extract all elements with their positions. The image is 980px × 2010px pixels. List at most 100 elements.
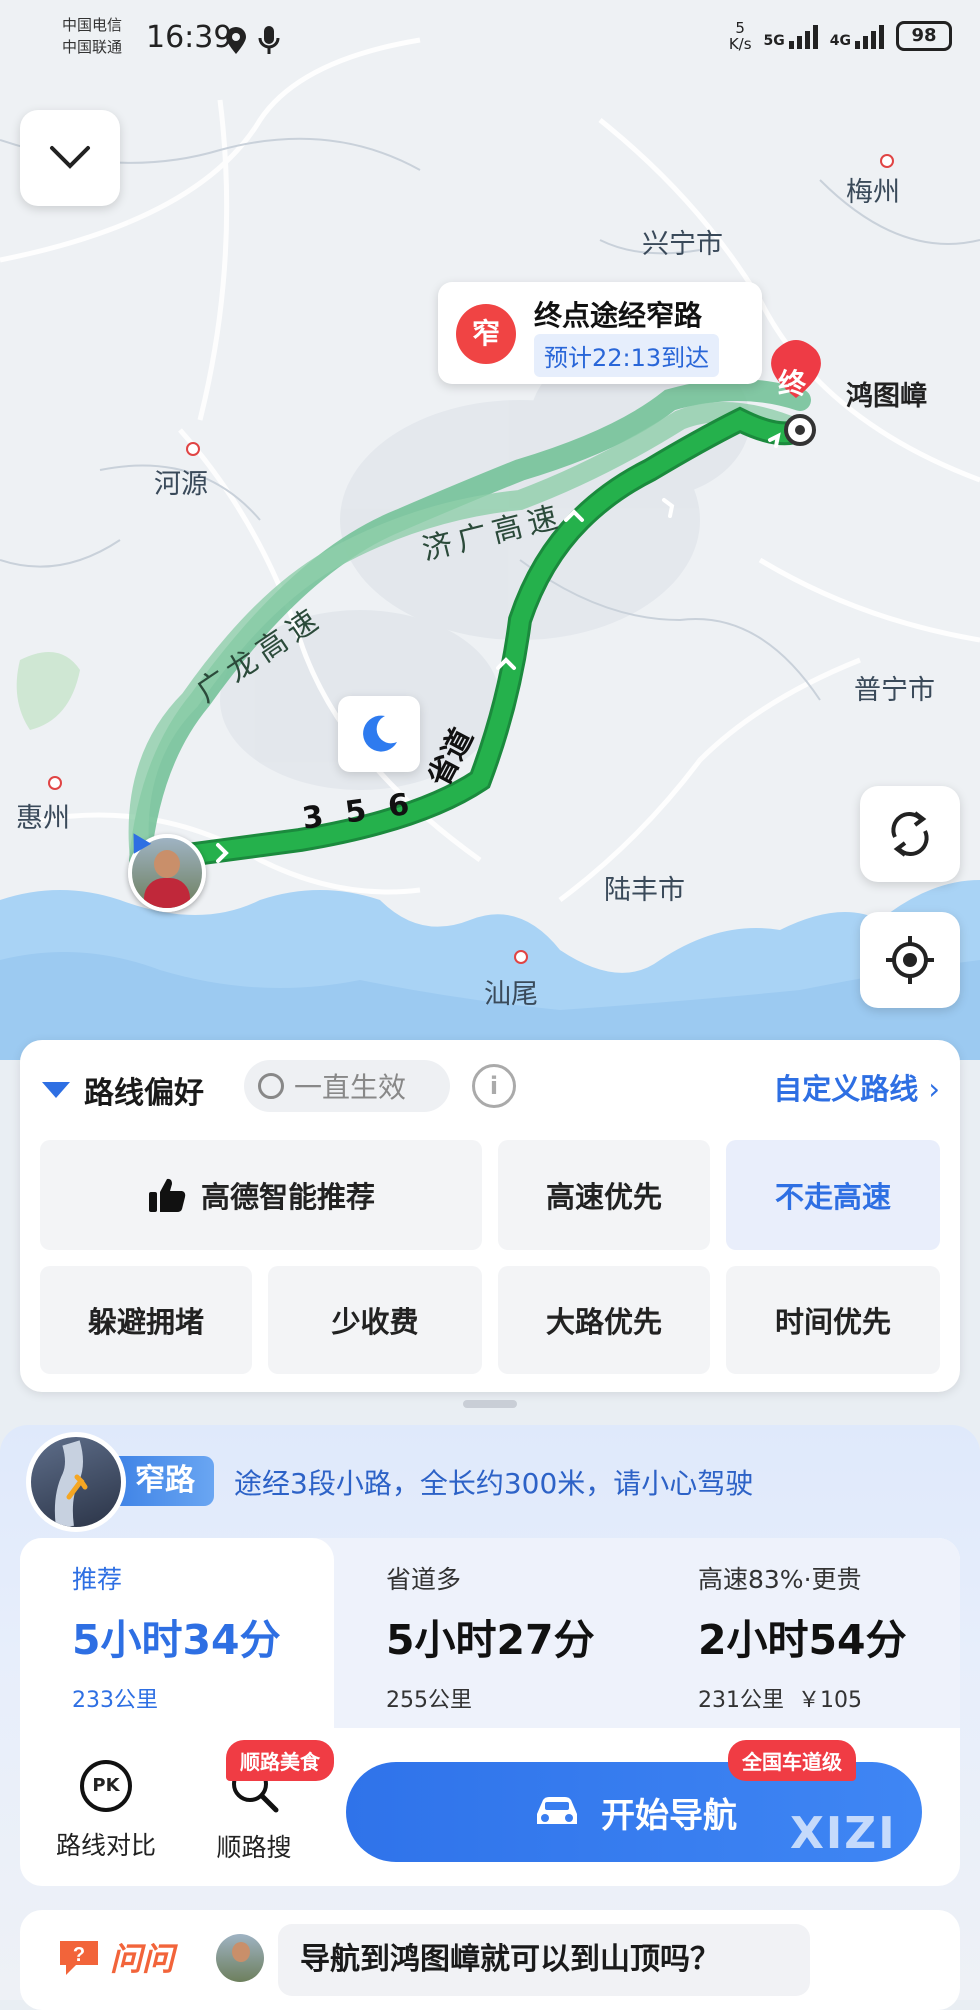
signal-bars-icon — [788, 23, 818, 49]
moon-icon — [363, 715, 397, 752]
option-time-first-label: 时间优先 — [774, 1305, 891, 1339]
network-type-2: 4G — [829, 33, 851, 49]
route-option-3[interactable]: 高速83%·更贵 2小时54分 231公里 ￥105 — [698, 1560, 980, 1740]
user-avatar — [216, 1934, 264, 1982]
custom-route-label: 自定义路线 — [773, 1072, 919, 1106]
option-highway-first[interactable]: 高速优先 — [498, 1140, 710, 1250]
route-toll: ￥105 — [798, 1688, 862, 1713]
speed-unit: K/s — [728, 35, 752, 53]
route-distance-toll: 231公里 ￥105 — [698, 1682, 980, 1714]
refresh-route-button[interactable] — [860, 786, 960, 882]
ask-logo: ? 问问 — [56, 1934, 174, 1980]
watermark: XIZI — [790, 1808, 897, 1859]
callout-eta: 预计22:13到达 — [534, 334, 720, 377]
route-distance: 233公里 — [72, 1688, 158, 1713]
route-option-2[interactable]: 省道多 5小时27分 255公里 — [386, 1560, 686, 1740]
city-label-shanwei: 汕尾 — [484, 979, 538, 1010]
speed-value: 5 — [735, 19, 745, 37]
battery-icon: 98 — [896, 21, 952, 51]
signal-1: 5G — [764, 23, 818, 49]
triangle-down-icon — [42, 1082, 70, 1098]
option-less-toll-label: 少收费 — [331, 1305, 419, 1339]
option-smart-label: 高德智能推荐 — [200, 1180, 375, 1214]
option-main-road[interactable]: 大路优先 — [498, 1266, 710, 1374]
svg-text:?: ? — [73, 1944, 85, 1966]
night-mode-button[interactable] — [338, 696, 420, 772]
option-avoid-jam-label: 躲避拥堵 — [87, 1305, 204, 1339]
radio-circle-icon — [258, 1073, 284, 1099]
option-no-highway[interactable]: 不走高速 — [726, 1140, 940, 1250]
destination-callout[interactable]: 窄 终点途经窄路 预计22:13到达 — [438, 282, 762, 384]
option-avoid-jam[interactable]: 躲避拥堵 — [40, 1266, 252, 1374]
drag-handle[interactable] — [463, 1400, 517, 1408]
refresh-icon — [891, 811, 929, 857]
always-apply-toggle[interactable]: 一直生效 — [244, 1060, 450, 1112]
city-dot — [48, 776, 62, 790]
microphone-icon — [258, 24, 280, 60]
chevron-down-icon — [50, 146, 90, 169]
network-type-1: 5G — [763, 33, 785, 49]
thumbs-up-icon — [148, 1178, 186, 1212]
option-smart-recommend[interactable]: 高德智能推荐 — [40, 1140, 482, 1250]
city-dot — [514, 950, 528, 964]
along-food-badge: 顺路美食 — [226, 1740, 334, 1781]
route-option-1[interactable]: 推荐 5小时34分 233公里 — [72, 1560, 372, 1740]
preference-title-text: 路线偏好 — [84, 1076, 204, 1111]
custom-route-link[interactable]: 自定义路线 › — [773, 1066, 940, 1108]
city-label-puning: 普宁市 — [854, 675, 935, 706]
route-compare-label: 路线对比 — [55, 1831, 156, 1860]
status-time: 16:39 — [146, 20, 233, 55]
option-main-road-label: 大路优先 — [545, 1305, 662, 1339]
destination-label: 鸿图嶂 — [846, 381, 927, 412]
route-duration: 2小时54分 — [698, 1616, 907, 1664]
option-time-first[interactable]: 时间优先 — [726, 1266, 940, 1374]
route-preference-panel: 路线偏好 一直生效 i 自定义路线 › 高德智能推荐 高速优先 不走高速 躲避拥… — [20, 1040, 960, 1392]
route-duration: 5小时27分 — [386, 1616, 595, 1664]
route-distance: 255公里 — [386, 1688, 472, 1713]
route-duration: 5小时34分 — [72, 1616, 281, 1664]
narrow-road-badge: 窄 — [456, 304, 516, 364]
info-icon[interactable]: i — [472, 1064, 516, 1108]
always-apply-label: 一直生效 — [294, 1071, 407, 1104]
pk-icon: PK — [80, 1760, 132, 1812]
city-label-heyuan: 河源 — [154, 469, 208, 500]
carrier-2: 中国联通 — [62, 38, 123, 56]
lane-level-badge: 全国车道级 — [728, 1740, 856, 1781]
chevron-right-icon: › — [928, 1072, 940, 1106]
signal-bars-icon — [855, 23, 884, 49]
locate-button[interactable] — [860, 912, 960, 1008]
location-icon — [224, 26, 248, 60]
network-speed: 5 K/s — [729, 20, 752, 52]
ask-label: 问问 — [110, 1940, 175, 1978]
route-tag: 推荐 — [72, 1565, 123, 1594]
city-dot — [186, 442, 200, 456]
ask-question[interactable]: 导航到鸿图嶂就可以到山顶吗？ — [278, 1924, 810, 1996]
route-compare-button[interactable]: PK 路线对比 — [46, 1760, 166, 1862]
route-tag: 省道多 — [386, 1565, 462, 1594]
carrier-1: 中国电信 — [62, 16, 123, 34]
start-navigation-label: 开始导航 — [601, 1795, 737, 1836]
city-label-huizhou: 惠州 — [16, 803, 70, 834]
along-search-label: 顺路搜 — [216, 1833, 292, 1862]
locate-icon — [886, 936, 934, 984]
city-label-lufeng: 陆丰市 — [604, 875, 685, 906]
collapse-button[interactable] — [20, 110, 120, 206]
city-label-xingning: 兴宁市 — [642, 229, 723, 260]
status-right: 5 K/s 5G 4G 98 — [729, 20, 952, 52]
option-no-highway-label: 不走高速 — [774, 1180, 891, 1214]
car-icon — [537, 1797, 577, 1824]
option-highway-first-label: 高速优先 — [545, 1180, 662, 1214]
callout-title: 终点途经窄路 — [534, 299, 703, 332]
route-tag: 高速83%·更贵 — [698, 1565, 862, 1594]
narrow-road-text: 途经3段小路，全长约300米，请小心驾驶 — [234, 1467, 754, 1500]
option-less-toll[interactable]: 少收费 — [268, 1266, 482, 1374]
route-distance: 231公里 — [698, 1688, 784, 1713]
city-dot — [880, 154, 894, 168]
preference-title[interactable]: 路线偏好 — [42, 1068, 204, 1112]
narrow-road-tag: 窄路 — [116, 1456, 214, 1506]
carrier-info: 中国电信 中国联通 — [62, 14, 122, 58]
city-label-meizhou: 梅州 — [846, 177, 900, 208]
question-bubble-icon: ? — [60, 1941, 98, 1975]
narrow-road-icon — [26, 1432, 126, 1532]
signal-2: 4G — [830, 23, 884, 49]
